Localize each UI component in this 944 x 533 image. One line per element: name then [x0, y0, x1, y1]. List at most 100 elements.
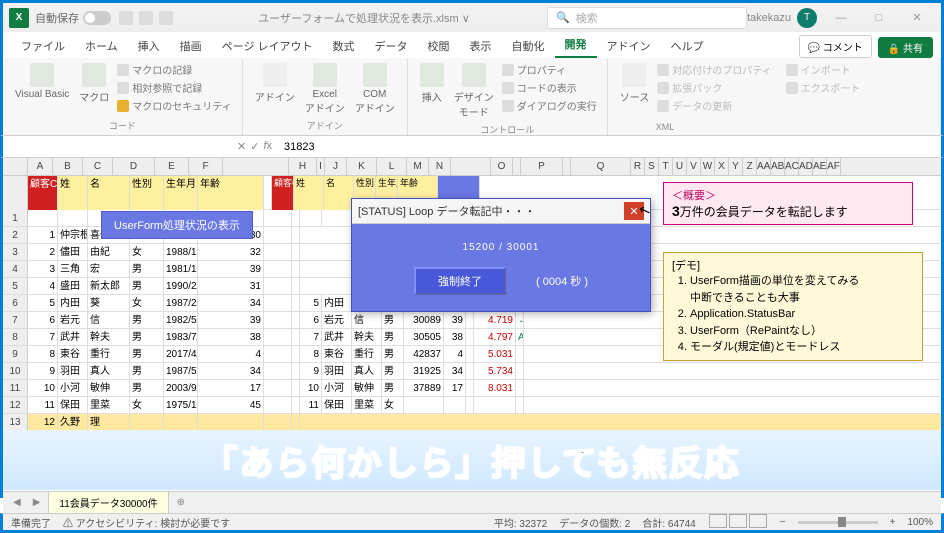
cell[interactable]: Application.StatusBar	[516, 329, 524, 345]
run-dialog[interactable]: ダイアログの実行	[500, 97, 599, 114]
cell[interactable]	[474, 397, 516, 413]
cell[interactable]: 武井	[322, 329, 352, 345]
cell[interactable]: 1	[28, 227, 58, 243]
fx-icon[interactable]: fx	[263, 140, 272, 153]
zoom-slider[interactable]	[798, 521, 878, 524]
excel-addins-button[interactable]: Excel アドイン	[301, 61, 349, 117]
cell[interactable]	[264, 397, 292, 413]
column-header[interactable]: N	[429, 158, 451, 175]
cell[interactable]: 34	[444, 363, 466, 379]
cell[interactable]: 10	[28, 380, 58, 396]
cell[interactable]: 1987/5/28	[164, 363, 198, 379]
ribbon-tab[interactable]: ページ レイアウト	[212, 34, 323, 58]
cell[interactable]	[58, 210, 88, 226]
cell[interactable]: 4.797	[474, 329, 516, 345]
cell[interactable]	[516, 380, 524, 396]
cell[interactable]: 45	[198, 397, 264, 413]
cell[interactable]	[292, 312, 300, 328]
cell[interactable]: 男	[382, 329, 404, 345]
cell[interactable]	[516, 363, 524, 379]
cell[interactable]: 信	[88, 312, 130, 328]
table-header[interactable]: 年齢	[198, 176, 264, 210]
formula-input[interactable]: 31823	[278, 141, 941, 153]
cell[interactable]	[466, 363, 474, 379]
column-header[interactable]: D	[113, 158, 155, 175]
autosave-toggle-wrap[interactable]: 自動保存	[35, 10, 111, 26]
cell[interactable]: 女	[130, 244, 164, 260]
column-header[interactable]: J	[325, 158, 347, 175]
cell[interactable]: 4	[444, 346, 466, 362]
close-button[interactable]: ✕	[899, 6, 935, 30]
cell[interactable]: 34	[198, 363, 264, 379]
cell[interactable]: 盛田	[58, 278, 88, 294]
cell[interactable]: 里菜	[88, 397, 130, 413]
cell[interactable]: 敏伸	[352, 380, 382, 396]
cell[interactable]	[292, 227, 300, 243]
column-header[interactable]: AD	[799, 158, 813, 175]
table-header[interactable]: 姓	[294, 176, 324, 210]
insert-control-button[interactable]: 挿入	[416, 61, 448, 121]
column-header[interactable]: W	[701, 158, 715, 175]
ribbon-tab[interactable]: アドイン	[597, 34, 661, 58]
cell[interactable]: 8	[28, 346, 58, 362]
cell[interactable]: 5	[28, 295, 58, 311]
sheet-nav-next[interactable]: ▶	[29, 497, 45, 508]
column-header[interactable]: O	[491, 158, 513, 175]
cell[interactable]: 6	[28, 312, 58, 328]
cell[interactable]: 1988/12/21	[164, 244, 198, 260]
minimize-button[interactable]: —	[823, 6, 859, 30]
cell[interactable]	[516, 397, 524, 413]
table-header[interactable]: 性別	[130, 176, 164, 210]
enter-icon[interactable]: ✓	[250, 140, 259, 153]
cell[interactable]: 小河	[322, 380, 352, 396]
cell[interactable]: 真人	[352, 363, 382, 379]
cell[interactable]	[164, 414, 198, 430]
cell[interactable]: 7	[28, 329, 58, 345]
column-header[interactable]: F	[189, 158, 223, 175]
cell[interactable]: 38	[198, 329, 264, 345]
com-addins-button[interactable]: COM アドイン	[351, 61, 399, 117]
cell[interactable]	[264, 363, 292, 379]
cell[interactable]: 東谷	[58, 346, 88, 362]
column-header[interactable]: P	[521, 158, 563, 175]
cell[interactable]	[444, 397, 466, 413]
qat-undo-icon[interactable]	[139, 11, 153, 25]
cell[interactable]: 儘田	[58, 244, 88, 260]
cell[interactable]: 久野	[58, 414, 88, 430]
cell[interactable]: 5.734	[474, 363, 516, 379]
ribbon-tab[interactable]: 校閲	[418, 34, 460, 58]
cell[interactable]	[292, 244, 300, 260]
table-header[interactable]: 名	[88, 176, 130, 210]
visual-basic-button[interactable]: Visual Basic	[11, 61, 73, 114]
cell[interactable]: 30089	[404, 312, 444, 328]
cancel-icon[interactable]: ✕	[237, 140, 246, 153]
cell[interactable]: 1981/10/12	[164, 261, 198, 277]
macro-security[interactable]: マクロのセキュリティ	[115, 97, 233, 114]
record-macro[interactable]: マクロの記録	[115, 61, 233, 78]
ribbon-tab[interactable]: 自動化	[502, 34, 555, 58]
cell[interactable]	[292, 363, 300, 379]
table-header[interactable]: 顧客CD	[28, 176, 58, 210]
column-header[interactable]	[513, 158, 521, 175]
cell[interactable]: 三角	[58, 261, 88, 277]
cell[interactable]: 幹夫	[352, 329, 382, 345]
cell[interactable]	[300, 210, 322, 226]
cell[interactable]	[292, 414, 300, 430]
column-header[interactable]: R	[631, 158, 645, 175]
cell[interactable]: 保田	[58, 397, 88, 413]
cell[interactable]: ←UserFormなし	[516, 312, 524, 328]
cell[interactable]: 4	[198, 346, 264, 362]
cell[interactable]: 39	[444, 312, 466, 328]
cell[interactable]: 2003/9/25	[164, 380, 198, 396]
sheet-tab[interactable]: 11会員データ30000件	[48, 491, 168, 515]
cell[interactable]: 東谷	[322, 346, 352, 362]
cell[interactable]	[292, 295, 300, 311]
column-header[interactable]: L	[377, 158, 407, 175]
cell[interactable]: 女	[382, 397, 404, 413]
cell[interactable]: 31925	[404, 363, 444, 379]
cell[interactable]	[292, 329, 300, 345]
cell[interactable]: 女	[130, 397, 164, 413]
properties[interactable]: プロパティ	[500, 61, 599, 78]
cell[interactable]: 男	[382, 380, 404, 396]
cell[interactable]: 1982/5/18	[164, 312, 198, 328]
